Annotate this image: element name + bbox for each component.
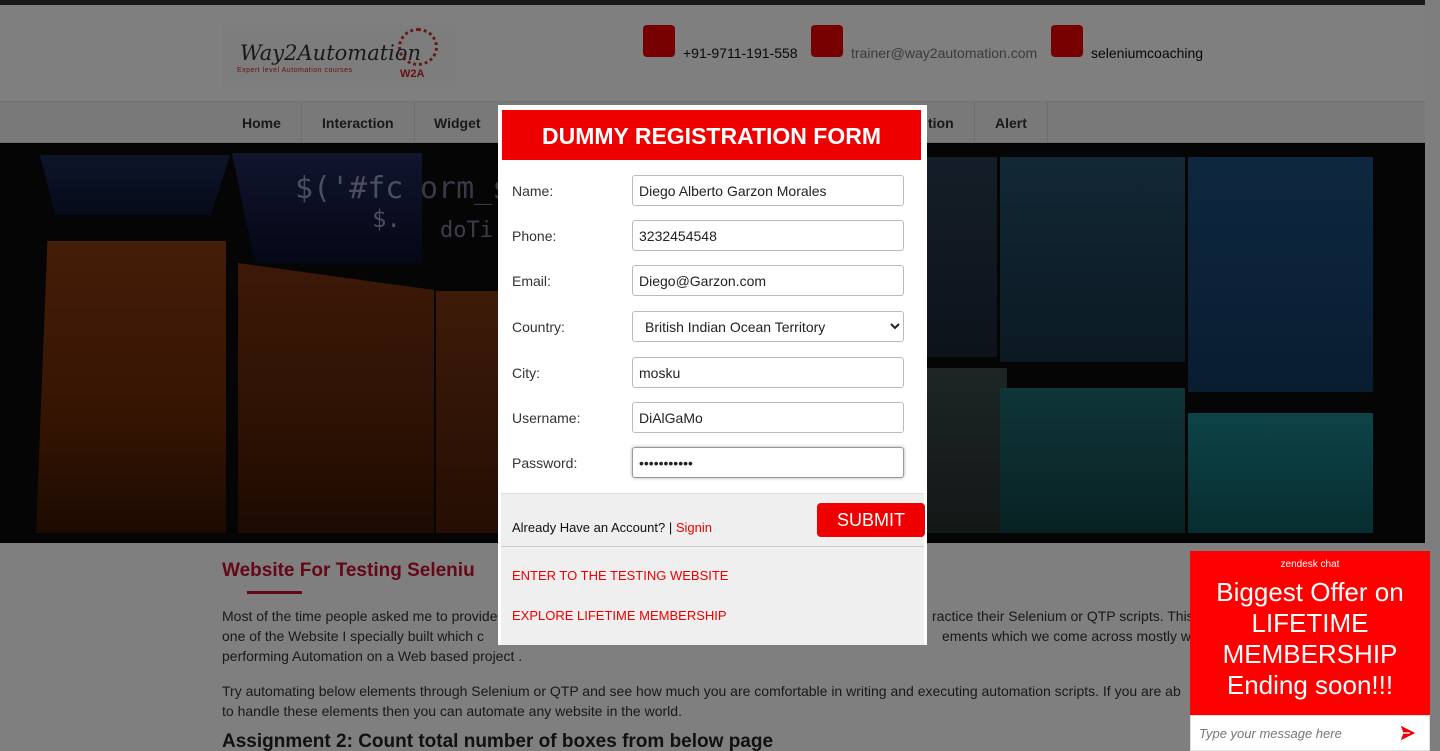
name-row: Name: [498, 175, 927, 207]
footer-divider [501, 546, 924, 547]
password-field[interactable] [632, 447, 904, 478]
password-row: Password: [498, 447, 927, 479]
account-text: Already Have an Account? | [512, 520, 673, 535]
password-label: Password: [512, 455, 578, 471]
chat-offer-text: Biggest Offer on LIFETIME MEMBERSHIP End… [1216, 577, 1404, 700]
modal-footer: Already Have an Account? | Signin SUBMIT… [501, 493, 925, 645]
chat-widget[interactable]: zendesk chat Biggest Offer on LIFETIME M… [1190, 551, 1430, 751]
phone-label: Phone: [512, 228, 557, 244]
name-label: Name: [512, 183, 554, 199]
username-row: Username: [498, 402, 927, 434]
account-prompt: Already Have an Account? | Signin [512, 520, 712, 535]
enter-website-link[interactable]: ENTER TO THE TESTING WEBSITE [512, 568, 728, 583]
phone-row: Phone: [498, 220, 927, 252]
chat-input-row [1190, 715, 1430, 751]
modal-title: DUMMY REGISTRATION FORM [502, 110, 921, 160]
city-field[interactable] [632, 357, 904, 388]
email-label: Email: [512, 273, 551, 289]
username-label: Username: [512, 410, 581, 426]
chat-brand: zendesk chat [1280, 559, 1340, 570]
country-select[interactable]: British Indian Ocean Territory [632, 311, 904, 342]
country-label: Country: [512, 319, 565, 335]
signin-link[interactable]: Signin [676, 520, 712, 535]
phone-field[interactable] [632, 220, 904, 251]
country-row: Country: British Indian Ocean Territory [498, 311, 927, 343]
submit-button[interactable]: SUBMIT [817, 503, 925, 537]
email-field[interactable] [632, 265, 904, 296]
footer-divider [501, 493, 924, 494]
chat-message-input[interactable] [1199, 716, 1389, 750]
name-field[interactable] [632, 175, 904, 206]
email-row: Email: [498, 265, 927, 297]
lifetime-membership-link[interactable]: EXPLORE LIFETIME MEMBERSHIP [512, 608, 727, 623]
registration-modal: DUMMY REGISTRATION FORM Name: Phone: Ema… [498, 105, 927, 645]
city-row: City: [498, 357, 927, 389]
send-arrow-icon[interactable] [1399, 724, 1417, 742]
city-label: City: [512, 365, 540, 381]
username-field[interactable] [632, 402, 904, 433]
